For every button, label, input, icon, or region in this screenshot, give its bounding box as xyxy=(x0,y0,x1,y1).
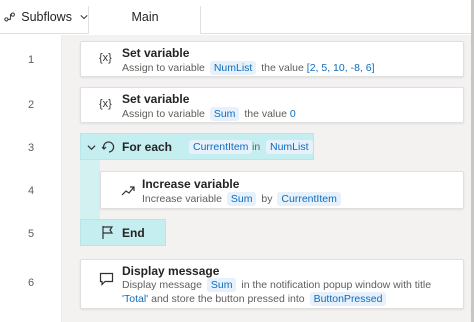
action-title: Increase variable xyxy=(142,177,240,191)
line-number: 5 xyxy=(27,228,35,240)
variable-icon: {x} xyxy=(99,52,112,64)
action-title: End xyxy=(122,226,145,240)
line-number: 3 xyxy=(27,142,35,154)
line-number: 6 xyxy=(27,277,35,289)
action-end[interactable]: End xyxy=(80,219,166,246)
increase-icon xyxy=(121,186,135,196)
tab-main[interactable]: Main xyxy=(89,0,201,35)
variable-token: Sum xyxy=(206,278,237,292)
line-number: 2 xyxy=(27,99,35,111)
variable-token: NumList xyxy=(266,140,313,154)
variable-token: Sum xyxy=(226,192,257,206)
action-for-each[interactable]: For each CurrentItem in NumList xyxy=(80,133,314,160)
action-title: Set variable xyxy=(122,46,190,60)
subflows-dropdown[interactable]: Subflows xyxy=(0,0,88,34)
variable-token: Sum xyxy=(209,107,240,121)
desc-text: Assign to variable xyxy=(122,62,205,74)
subflows-label: Subflows xyxy=(21,10,72,24)
line-number: 4 xyxy=(27,185,35,197)
literal-value: 0 xyxy=(289,108,296,120)
action-set-variable-numlist[interactable]: {x} Set variable Assign to variable NumL… xyxy=(80,41,464,77)
tab-divider xyxy=(200,6,201,34)
action-description-line2: 'Total' and store the button pressed int… xyxy=(122,292,388,306)
action-description: Assign to variable Sum the value 0 xyxy=(122,107,296,121)
collapse-chevron-icon[interactable] xyxy=(87,143,96,152)
variable-token: ButtonPressed xyxy=(309,292,387,306)
variable-icon: {x} xyxy=(99,98,112,110)
action-description: Increase variable Sum by CurrentItem xyxy=(142,192,343,206)
desc-text: Increase variable xyxy=(142,193,222,205)
action-title: For each xyxy=(122,140,173,154)
action-description: Display message Sum in the notification … xyxy=(122,278,431,292)
desc-text: in the notification popup window with ti… xyxy=(241,279,432,291)
action-set-variable-sum[interactable]: {x} Set variable Assign to variable Sum … xyxy=(80,87,464,123)
action-display-message[interactable]: Display message Display message Sum in t… xyxy=(80,259,464,309)
desc-text: the value xyxy=(261,62,304,74)
variable-token: CurrentItem xyxy=(277,192,341,206)
desc-text: the value xyxy=(244,108,287,120)
variable-token: CurrentItem xyxy=(189,140,253,154)
chevron-down-icon xyxy=(80,15,88,20)
action-title: Set variable xyxy=(122,92,190,106)
flag-icon xyxy=(102,226,114,239)
variable-token: NumList xyxy=(209,61,257,75)
flow-canvas: {x} Set variable Assign to variable NumL… xyxy=(62,35,474,322)
tab-main-label: Main xyxy=(131,10,159,24)
desc-text: and store the button pressed into xyxy=(151,293,305,305)
message-icon xyxy=(99,272,114,286)
action-description: Assign to variable NumList the value [2,… xyxy=(122,61,375,75)
line-number: 1 xyxy=(27,54,35,66)
keyword-in: in xyxy=(252,141,261,153)
desc-text: Assign to variable xyxy=(122,108,205,120)
literal-value: 'Total' xyxy=(122,293,149,305)
subflows-icon xyxy=(4,12,15,22)
action-increase-variable[interactable]: Increase variable Increase variable Sum … xyxy=(100,171,464,209)
tab-bar: Subflows Main xyxy=(0,0,474,35)
loop-icon xyxy=(101,141,115,153)
desc-text: by xyxy=(261,193,273,205)
desc-text: Display message xyxy=(122,279,202,291)
action-title: Display message xyxy=(122,264,220,278)
line-number-gutter: 1 2 3 4 5 6 xyxy=(0,35,62,322)
literal-value: [2, 5, 10, -8, 6] xyxy=(306,62,375,74)
